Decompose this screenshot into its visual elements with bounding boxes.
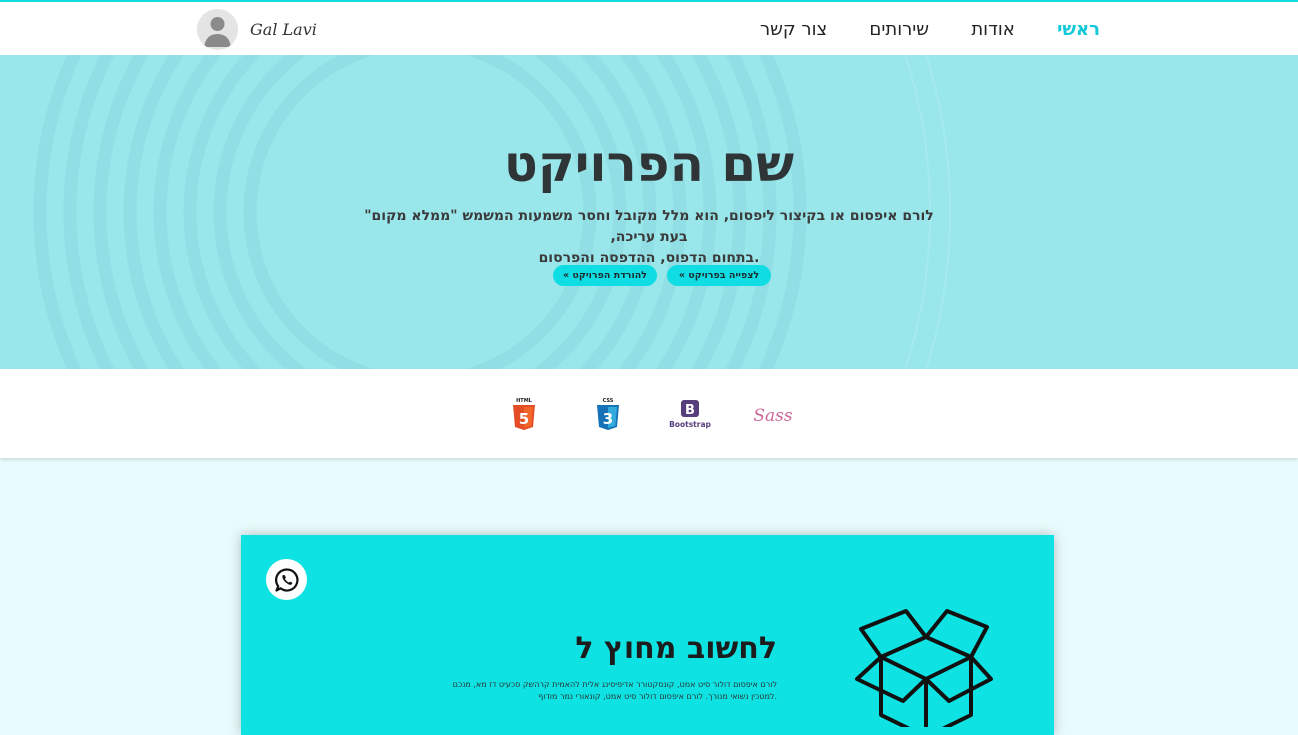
hero-subtitle-line-1: לורם איפסום או בקיצור ליפסום, הוא מלל מק… — [364, 208, 934, 245]
svg-text:5: 5 — [519, 410, 529, 428]
sass-icon: Sass — [753, 406, 793, 426]
brand[interactable]: Gal Lavi — [197, 8, 317, 50]
svg-text:B: B — [685, 403, 695, 418]
avatar — [197, 8, 238, 50]
main-nav: ראשי אודות שירותים צור קשר — [760, 16, 1100, 42]
hero-title: שם הפרויקט — [503, 135, 795, 193]
brand-name: Gal Lavi — [250, 19, 317, 39]
hero-subtitle: לורם איפסום או בקיצור ליפסום, הוא מלל מק… — [349, 206, 949, 269]
hero-section: שם הפרויקט לורם איפסום או בקיצור ליפסום,… — [0, 55, 1298, 369]
bootstrap-icon: B Bootstrap — [669, 400, 712, 429]
whatsapp-button[interactable] — [266, 559, 307, 600]
hero-buttons: להורדת הפרויקט » לצפייה בפרויקט » — [553, 265, 771, 286]
card-title: לחשוב מחוץ ל — [575, 631, 777, 666]
nav-item-about[interactable]: אודות — [971, 19, 1015, 40]
view-project-button[interactable]: לצפייה בפרויקט » — [667, 265, 771, 286]
css3-label: CSS — [603, 398, 614, 404]
html5-label: HTML — [516, 398, 533, 404]
nav-item-home[interactable]: ראשי — [1057, 19, 1100, 40]
open-box-icon — [855, 609, 993, 727]
bootstrap-label: Bootstrap — [669, 420, 711, 429]
site-header: Gal Lavi ראשי אודות שירותים צור קשר — [0, 2, 1298, 55]
feature-card: לחשוב מחוץ ל לורם איפסום דולור סיט אמט, … — [241, 535, 1054, 735]
nav-item-services[interactable]: שירותים — [869, 19, 929, 40]
html5-icon: HTML 5 — [513, 398, 535, 430]
download-project-button[interactable]: להורדת הפרויקט » — [553, 265, 657, 286]
tech-logos-strip: HTML 5 CSS 3 B Bootstrap Sass — [0, 369, 1298, 458]
card-text: לורם איפסום דולור סיט אמט, קונסקטורר אדי… — [441, 679, 777, 703]
card-text-line-2: .למטכין נשואי מנורך. לורם איפסום דולור ס… — [538, 692, 777, 701]
svg-text:3: 3 — [603, 410, 613, 428]
nav-item-contact[interactable]: צור קשר — [760, 19, 827, 40]
whatsapp-icon — [274, 567, 299, 592]
css3-icon: CSS 3 — [597, 398, 619, 430]
sass-label: Sass — [753, 406, 793, 426]
card-text-line-1: לורם איפסום דולור סיט אמט, קונסקטורר אדי… — [452, 680, 777, 689]
